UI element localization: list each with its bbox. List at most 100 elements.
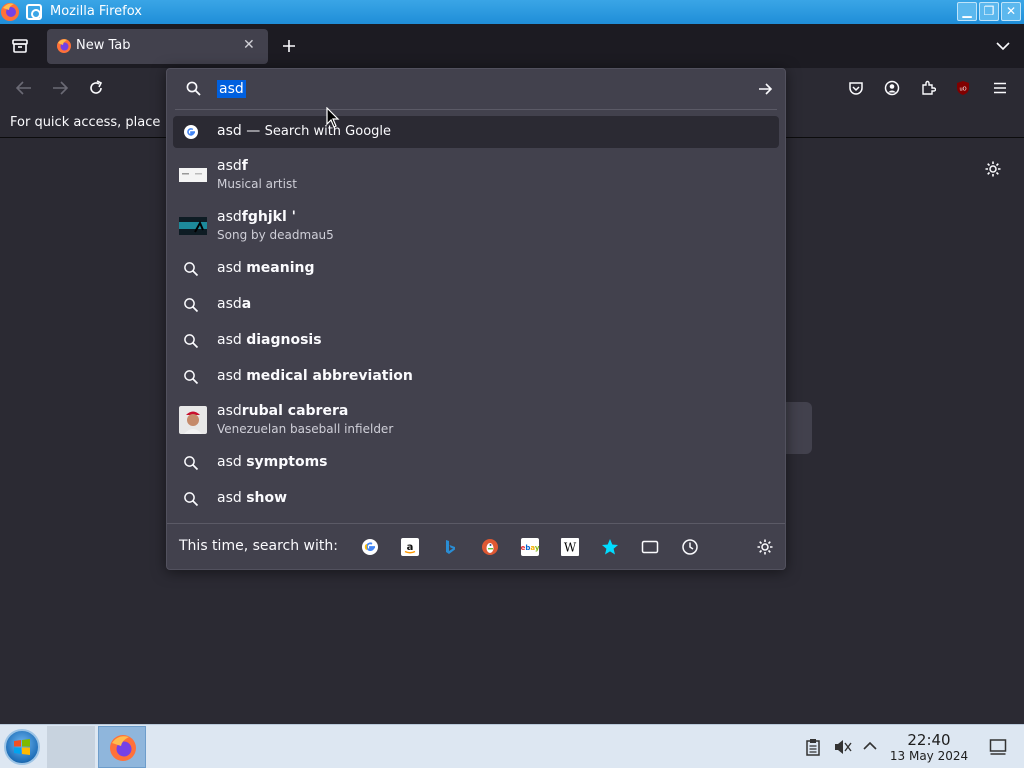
result-prefix: asd — [217, 368, 247, 384]
svg-text:W: W — [564, 541, 577, 555]
search-settings-gear-icon[interactable] — [756, 538, 774, 556]
urlbar-popup: asd asd — Search with Google asdf Musica… — [166, 68, 786, 570]
urlbar-result-asd-show[interactable]: asd show — [173, 483, 779, 515]
svg-text:ebay: ebay — [521, 544, 539, 552]
google-icon[interactable] — [361, 538, 379, 556]
account-icon[interactable] — [884, 80, 900, 96]
url-input[interactable]: asd — [167, 69, 785, 109]
close-tab-icon[interactable]: ✕ — [243, 37, 255, 53]
history-icon[interactable] — [681, 538, 699, 556]
result-prefix: asd — [217, 403, 242, 419]
pocket-icon[interactable] — [848, 80, 864, 96]
clock-time[interactable]: 22:40 — [896, 731, 962, 749]
tabs-icon[interactable] — [641, 538, 659, 556]
taskbar-firefox[interactable] — [98, 726, 146, 768]
amazon-icon[interactable]: a — [401, 538, 419, 556]
result-completion: symptoms — [246, 454, 328, 470]
search-icon — [184, 334, 199, 349]
ublock-origin-icon[interactable]: uO — [955, 80, 971, 96]
wikipedia-icon[interactable]: W — [561, 538, 579, 556]
restore-icon: ❐ — [983, 4, 995, 18]
result-completion: rubal cabrera — [241, 403, 349, 419]
window-titlebar: Mozilla Firefox ▁ ❐ ✕ — [0, 0, 1024, 24]
url-input-value[interactable]: asd — [217, 80, 246, 98]
bookmarks-star-icon[interactable] — [601, 538, 619, 556]
taskbar-empty-slot[interactable] — [47, 726, 95, 768]
extensions-puzzle-icon[interactable] — [920, 80, 936, 96]
taskbar: 22:40 13 May 2024 — [0, 724, 1024, 768]
result-completion: meaning — [246, 260, 315, 276]
result-completion: medical abbreviation — [246, 368, 413, 384]
restore-button[interactable]: ❐ — [979, 2, 999, 21]
go-arrow-icon[interactable] — [758, 83, 773, 95]
speaker-muted-icon[interactable] — [833, 738, 853, 756]
show-desktop-icon[interactable] — [989, 738, 1007, 756]
result-prefix: asd — [217, 158, 242, 174]
search-icon — [184, 456, 199, 471]
result-query: asd — [217, 123, 242, 139]
close-window-button[interactable]: ✕ — [1001, 2, 1021, 21]
result-prefix: asd — [217, 260, 247, 276]
search-icon — [184, 370, 199, 385]
windows-logo-icon — [14, 739, 30, 755]
result-completion: fghjkl ' — [241, 209, 296, 225]
hamburger-menu-icon[interactable] — [992, 80, 1008, 96]
chevron-up-icon[interactable] — [863, 741, 877, 751]
result-subtitle: Venezuelan baseball infielder — [217, 422, 394, 436]
urlbar-result-asdf[interactable]: asdf Musical artist — [173, 155, 779, 195]
clock-date[interactable]: 13 May 2024 — [884, 749, 974, 763]
urlbar-result-search-google[interactable]: asd — Search with Google — [173, 116, 779, 148]
reload-icon[interactable] — [88, 80, 104, 96]
svg-text:a: a — [407, 542, 414, 553]
asdrubal-cabrera-thumbnail — [179, 406, 207, 434]
chevron-down-icon[interactable] — [996, 41, 1010, 51]
result-completion: f — [241, 158, 248, 174]
urlbar-result-asdrubal-cabrera[interactable]: asdrubal cabrera Venezuelan baseball inf… — [173, 400, 779, 440]
result-completion: show — [246, 490, 288, 506]
result-prefix: asd — [217, 454, 247, 470]
result-prefix: asd — [217, 332, 247, 348]
asdf-thumbnail — [179, 161, 207, 189]
bing-icon[interactable] — [441, 538, 459, 556]
bookmarks-hint-text: For quick access, place — [10, 115, 161, 130]
tab-list-icon[interactable] — [11, 37, 29, 55]
clipboard-icon[interactable] — [805, 738, 821, 756]
one-off-label: This time, search with: — [179, 538, 338, 554]
firefox-icon — [57, 39, 71, 53]
urlbar-result-asd-medical-abbreviation[interactable]: asd medical abbreviation — [173, 361, 779, 393]
result-subtitle: Musical artist — [217, 177, 297, 191]
forward-arrow-icon[interactable] — [52, 81, 68, 95]
result-prefix: asd — [217, 490, 247, 506]
search-icon — [184, 298, 199, 313]
result-dash: — — [241, 123, 265, 139]
search-icon — [184, 262, 199, 277]
minimize-button[interactable]: ▁ — [957, 2, 977, 21]
tab-label: New Tab — [76, 38, 131, 53]
result-completion: diagnosis — [246, 332, 322, 348]
urlbar-result-asdfghjkl[interactable]: asdfghjkl ' Song by deadmau5 — [173, 206, 779, 246]
result-prefix: asd — [217, 296, 242, 312]
window-title: Mozilla Firefox — [50, 4, 142, 19]
back-arrow-icon[interactable] — [16, 81, 32, 95]
firefox-icon — [110, 735, 136, 761]
page-settings-gear-icon[interactable] — [984, 160, 1002, 178]
start-button[interactable] — [4, 729, 40, 765]
firefox-logo-icon — [1, 3, 19, 21]
svg-text:uO: uO — [959, 87, 966, 93]
urlbar-result-asd-meaning[interactable]: asd meaning — [173, 253, 779, 285]
one-off-search-bar: This time, search with: a ebay W — [167, 523, 785, 569]
new-tab-icon[interactable] — [282, 39, 296, 53]
mouse-cursor-icon — [326, 107, 340, 128]
urlbar-result-asda[interactable]: asda — [173, 289, 779, 321]
search-icon — [186, 81, 201, 96]
result-completion: a — [241, 296, 252, 312]
divider — [175, 109, 777, 110]
search-icon — [184, 492, 199, 507]
ebay-icon[interactable]: ebay — [521, 538, 539, 556]
tab-new-tab[interactable]: New Tab ✕ — [47, 29, 268, 64]
app-icon — [26, 4, 42, 20]
asdfghjkl-thumbnail — [179, 212, 207, 240]
urlbar-result-asd-diagnosis[interactable]: asd diagnosis — [173, 325, 779, 357]
urlbar-result-asd-symptoms[interactable]: asd symptoms — [173, 447, 779, 479]
duckduckgo-icon[interactable] — [481, 538, 499, 556]
